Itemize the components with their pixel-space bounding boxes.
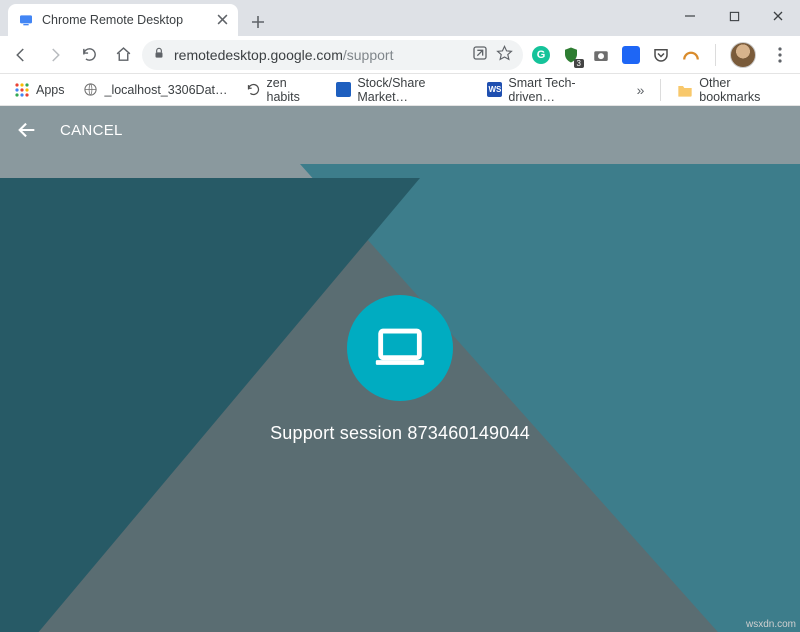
extension-arc-icon[interactable] [681, 45, 701, 65]
kebab-menu-icon[interactable] [766, 40, 794, 70]
apps-grid-icon [14, 82, 30, 98]
bookmark-label: Smart Tech-driven… [508, 76, 612, 104]
home-button[interactable] [108, 40, 138, 70]
back-arrow-icon[interactable] [16, 119, 38, 141]
extension-pocket-icon[interactable] [651, 45, 671, 65]
bookmark-item[interactable]: _localhost_3306Dat… [77, 77, 234, 103]
extension-blue-square-icon[interactable] [621, 45, 641, 65]
reload-icon [246, 82, 261, 98]
reload-button[interactable] [74, 40, 104, 70]
star-bookmark-icon[interactable] [496, 45, 513, 65]
favicon-icon: WS [487, 82, 502, 98]
bookmark-label: Apps [36, 83, 65, 97]
tab-favicon-remote-desktop-icon [18, 12, 34, 28]
url-path: /support [343, 47, 394, 63]
window-titlebar: Chrome Remote Desktop [0, 0, 800, 36]
new-tab-button[interactable] [244, 8, 272, 36]
session-label: Support session [270, 423, 402, 443]
install-app-icon[interactable] [472, 45, 488, 64]
window-minimize-button[interactable] [668, 0, 712, 32]
lock-icon [152, 46, 166, 63]
session-id: 873460149044 [407, 423, 530, 443]
globe-icon [83, 82, 99, 98]
forward-button[interactable] [40, 40, 70, 70]
folder-icon [677, 82, 693, 98]
bookmark-label: zen habits [267, 76, 319, 104]
bookmark-label: Other bookmarks [699, 76, 786, 104]
bookmarks-bar: Apps _localhost_3306Dat… zen habits Stoc… [0, 74, 800, 106]
browser-tab[interactable]: Chrome Remote Desktop [8, 4, 238, 36]
toolbar-divider [715, 44, 716, 66]
browser-toolbar: remotedesktop.google.com/support G 3 [0, 36, 800, 74]
bookmark-overflow-icon[interactable]: » [631, 82, 651, 98]
bookmark-label: Stock/Share Market… [357, 76, 469, 104]
favicon-icon [336, 82, 351, 98]
window-controls [668, 0, 800, 32]
page-header: CANCEL [0, 106, 800, 154]
bookmark-item[interactable]: WS Smart Tech-driven… [481, 77, 618, 103]
window-close-button[interactable] [756, 0, 800, 32]
back-button[interactable] [6, 40, 36, 70]
tab-close-icon[interactable] [217, 12, 228, 29]
extension-icons: G 3 [527, 40, 794, 70]
extension-grammarly-icon[interactable]: G [531, 45, 551, 65]
extension-badge: 3 [574, 59, 584, 68]
tab-title: Chrome Remote Desktop [42, 13, 209, 27]
bookmark-item[interactable]: zen habits [240, 77, 325, 103]
session-title: Support session 873460149044 [270, 423, 530, 444]
other-bookmarks[interactable]: Other bookmarks [671, 77, 792, 103]
laptop-icon [347, 295, 453, 401]
url-host: remotedesktop.google.com [174, 47, 343, 63]
apps-shortcut[interactable]: Apps [8, 77, 71, 103]
window-maximize-button[interactable] [712, 0, 756, 32]
extension-camera-icon[interactable] [591, 45, 611, 65]
cancel-button[interactable]: CANCEL [60, 122, 123, 139]
url-text: remotedesktop.google.com/support [174, 47, 464, 63]
bookmarks-divider [660, 79, 661, 101]
watermark-text: wsxdn.com [746, 619, 796, 630]
session-card: Support session 873460149044 [0, 106, 800, 632]
profile-avatar[interactable] [730, 42, 756, 68]
page-content: CANCEL Support session 873460149044 wsxd… [0, 106, 800, 632]
extension-shield-icon[interactable]: 3 [561, 45, 581, 65]
bookmark-item[interactable]: Stock/Share Market… [330, 77, 475, 103]
bookmark-label: _localhost_3306Dat… [105, 83, 228, 97]
address-bar[interactable]: remotedesktop.google.com/support [142, 40, 523, 70]
